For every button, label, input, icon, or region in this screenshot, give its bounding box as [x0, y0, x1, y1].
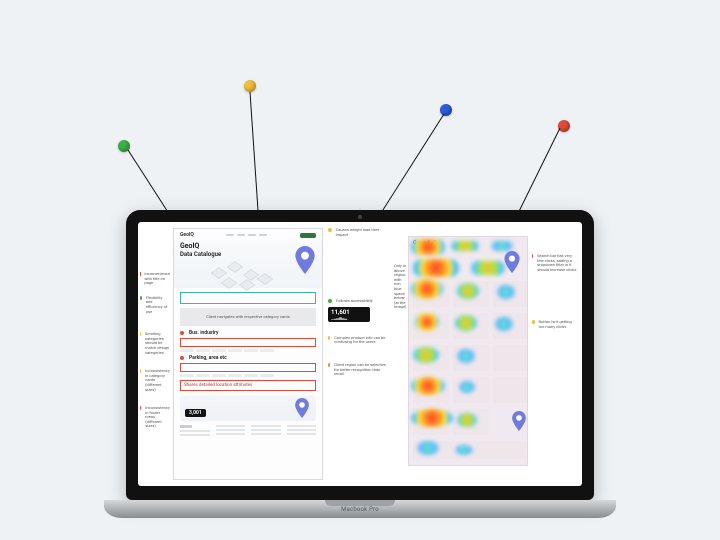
callout-lr-2: Complex product info can be confusing fo… — [334, 336, 388, 345]
callouts-leftpanel-left: Inconvenience with title on page Flexibi… — [140, 228, 170, 439]
laptop-mockup: Inconvenience with title on page Flexibi… — [126, 210, 594, 518]
callout-ll-5: Inconsistency in footer menu (different … — [145, 406, 170, 429]
laptop-camera — [358, 215, 362, 219]
callout-rl-1: Only in above region, with rich blue spa… — [394, 264, 406, 310]
map-pin-icon — [294, 398, 310, 422]
section-1: Bus. industry — [180, 330, 316, 352]
pin-red — [558, 120, 570, 132]
wireframe-cta: 3,001 — [180, 395, 316, 421]
callout-ll-3: Scrolling categories should be match des… — [145, 332, 170, 355]
heat-blob — [457, 349, 475, 363]
laptop-bezel: Inconvenience with title on page Flexibi… — [126, 210, 594, 500]
banner-text: Client navigates with respective categor… — [206, 315, 290, 320]
callouts-leftpanel-right: Causes weight load time impact Follows a… — [328, 228, 388, 387]
wireframe-header: GeoIQ — [174, 229, 322, 240]
laptop-screen: Inconvenience with title on page Flexibi… — [138, 222, 582, 486]
laptop-base: Macbook Pro — [104, 500, 616, 518]
location-attributes-issue: Shares detailed location attributes — [180, 380, 316, 391]
callouts-heatmap-left: Only in above region, with rich blue spa… — [390, 264, 406, 320]
heat-blob — [411, 239, 445, 255]
heat-blob — [411, 279, 443, 299]
wireframe-hero: GeoIQ Data Catalogue — [174, 240, 322, 288]
heatmap-grid — [413, 281, 523, 461]
callout-ll-1: Inconvenience with title on page — [144, 272, 170, 286]
section-1-title: Bus. industry — [189, 330, 218, 336]
cta-metric-badge: 3,001 — [185, 409, 206, 417]
heat-blob — [413, 259, 459, 277]
heat-blob — [451, 241, 479, 251]
heatmap-card — [493, 377, 528, 403]
section-2-issue-outline — [180, 363, 316, 372]
wireframe-brand: GeoIQ — [180, 232, 194, 238]
search-region-outline[interactable] — [180, 292, 316, 304]
wireframe-nav[interactable] — [226, 234, 267, 236]
heat-blob — [457, 283, 479, 299]
heat-blob — [411, 377, 445, 395]
wireframe-header-cta-button[interactable] — [300, 233, 316, 238]
heat-blob — [417, 441, 439, 455]
section-2-title: Parking, area etc — [189, 355, 227, 361]
callout-rr-2: Button isn't getting too many clicks — [539, 320, 578, 329]
heat-blob — [495, 317, 513, 331]
heat-blob — [411, 409, 453, 427]
location-attributes-text: Shares detailed location attributes — [184, 383, 252, 388]
map-pin-icon — [503, 251, 521, 277]
heat-blob — [457, 413, 477, 427]
heat-blob — [413, 347, 439, 363]
callout-ll-2: Flexibility and efficiency of use — [146, 296, 170, 314]
wireframe-footer — [180, 425, 316, 438]
callout-lr-3: Client region can be selective, for bett… — [334, 363, 388, 377]
wireframe-panel: GeoIQ GeoIQ Data Catalogue — [173, 228, 323, 480]
callout-lr-1: Follows accessibility — [336, 299, 373, 304]
heat-blob — [415, 313, 439, 331]
section-2: Parking, area etc — [180, 355, 316, 377]
heat-blob — [455, 315, 477, 331]
section-2-chips[interactable] — [180, 374, 316, 377]
callouts-heatmap-right: Search bar has very few clicks, adding a… — [532, 254, 578, 340]
hero-cubes-illustration — [214, 262, 304, 286]
pin-green — [118, 140, 130, 152]
section-1-issue-outline — [180, 338, 316, 347]
pin-yellow — [244, 80, 256, 92]
category-cards-banner: Client navigates with respective categor… — [180, 308, 316, 326]
callout-rr-1: Search bar has very few clicks, adding a… — [537, 254, 578, 272]
metric-card-1: 11,601 ▁▂▃▅▃▂ — [328, 307, 370, 322]
pin-blue — [440, 104, 452, 116]
heatmap-panel: GeoIQ — [408, 236, 528, 466]
metric-card-1-value: 11,601 — [331, 309, 367, 316]
laptop-label: Macbook Pro — [341, 506, 379, 513]
heat-blob — [491, 241, 513, 251]
heatmap-card — [493, 409, 528, 435]
section-1-chips[interactable] — [180, 349, 316, 352]
heatmap-card — [493, 345, 528, 371]
heat-blob — [497, 285, 515, 299]
heat-blob — [455, 445, 473, 455]
viewport: Inconvenience with title on page Flexibi… — [0, 0, 720, 540]
callout-ll-4: Inconsistency in category cards (differe… — [145, 369, 170, 392]
heat-blob — [471, 261, 505, 275]
heat-blob — [459, 381, 475, 393]
callout-lr-top: Causes weight load time impact — [336, 228, 388, 237]
